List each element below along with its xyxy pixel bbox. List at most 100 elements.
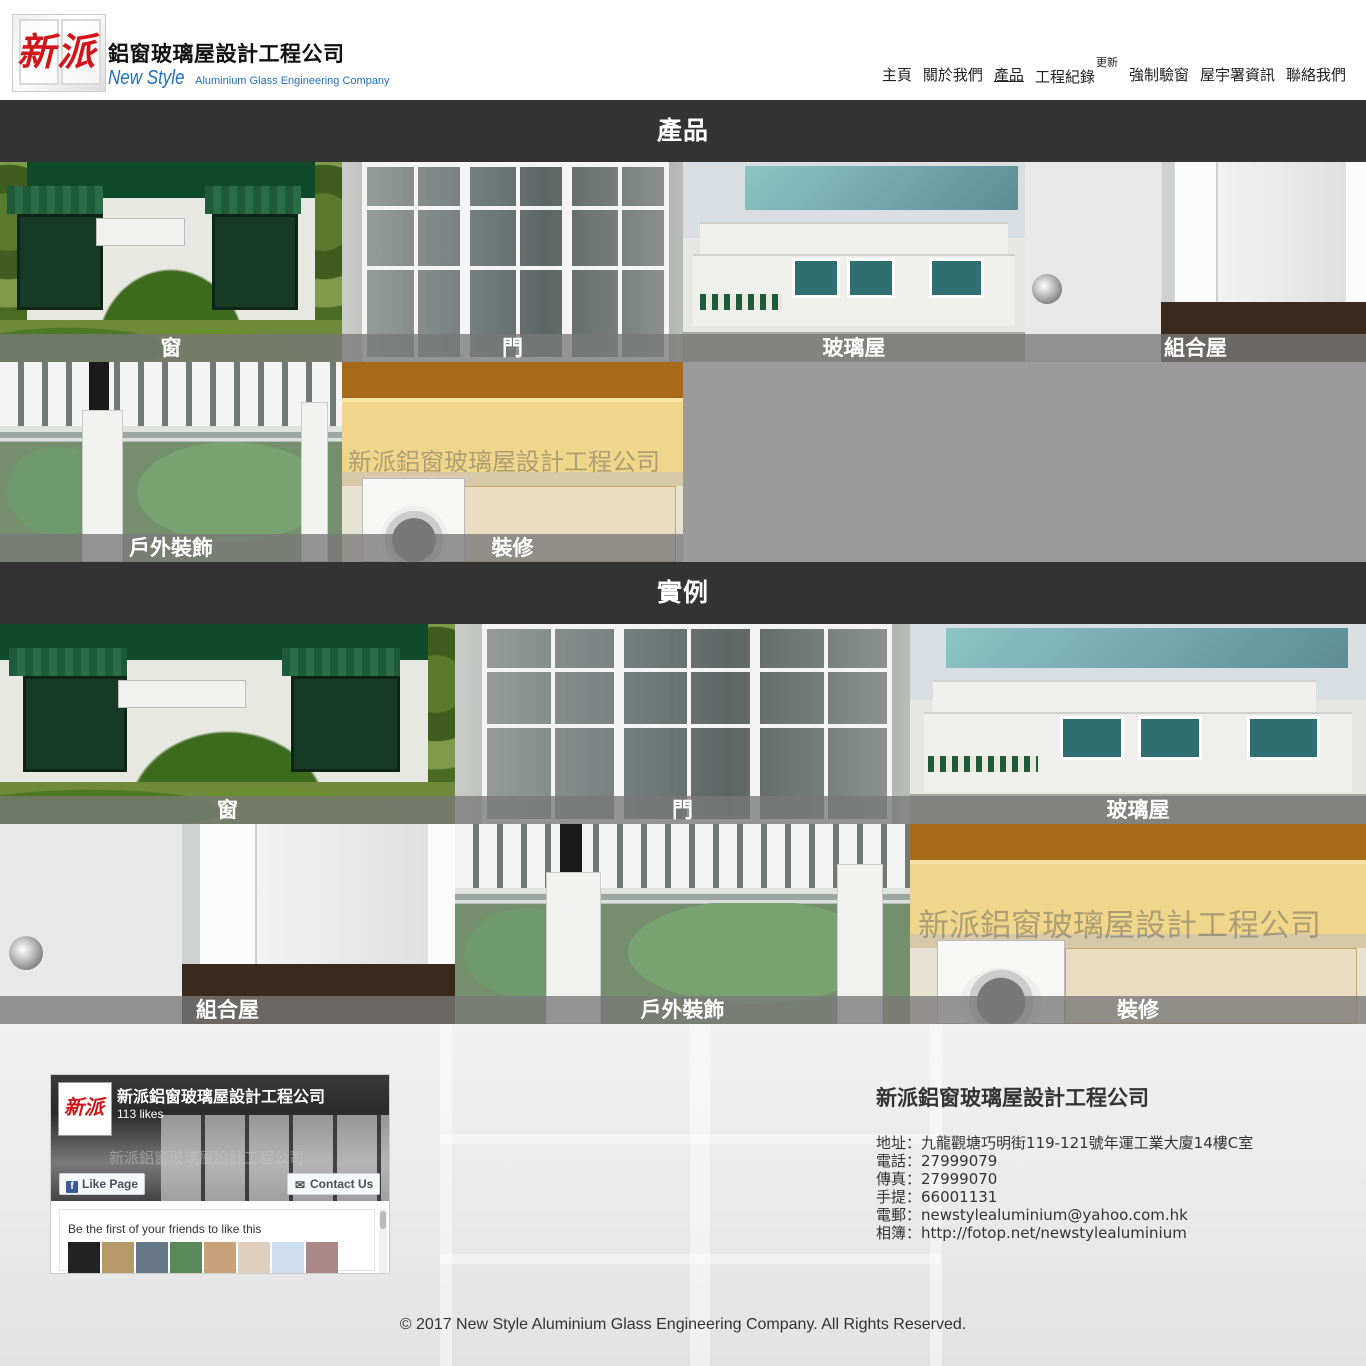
nav-about[interactable]: 關於我們	[923, 64, 983, 87]
mullion	[550, 624, 555, 824]
window-photo	[0, 162, 342, 362]
door-knob	[9, 936, 44, 970]
nav-contact[interactable]: 聯絡我們	[1286, 64, 1346, 87]
door-knob	[1031, 274, 1062, 304]
products-heading: 產品	[0, 100, 1366, 162]
outdoor-photo	[455, 824, 910, 1024]
company-logo[interactable]: 新派 鋁窗玻璃屋設計工程公司 New Style Aluminium Glass…	[12, 14, 390, 94]
nav-buildings-dept-info[interactable]: 屋宇署資訊	[1200, 64, 1275, 87]
glass-roof	[744, 166, 1019, 210]
nav-products[interactable]: 產品	[994, 64, 1024, 87]
renovation-photo: 新派鋁窗玻璃屋設計工程公司	[910, 824, 1366, 1024]
tile-caption: 門	[455, 796, 910, 824]
facebook-contact-button[interactable]: ✉ Contact Us	[287, 1173, 381, 1195]
friend-avatar[interactable]	[136, 1242, 168, 1273]
modular-house-photo	[1025, 162, 1366, 362]
tile-caption: 組合屋	[0, 996, 455, 1024]
mullion	[618, 162, 623, 362]
bg-window-frame	[440, 1134, 940, 1144]
examples-heading: 實例	[0, 562, 1366, 624]
cover-watermark: 新派鋁窗玻璃屋設計工程公司	[109, 1149, 305, 1167]
friend-avatar[interactable]	[170, 1242, 202, 1273]
nav-update-badge: 更新	[1095, 56, 1118, 69]
glass-roof	[946, 628, 1348, 668]
window	[1247, 716, 1321, 760]
facebook-icon: f	[66, 1181, 78, 1193]
tile-caption: 玻璃屋	[683, 334, 1025, 362]
friend-avatar[interactable]	[204, 1242, 236, 1273]
product-tile-renovation[interactable]: 新派鋁窗玻璃屋設計工程公司 裝修	[342, 362, 683, 562]
mullion	[823, 624, 828, 824]
avatar-mark: 新派	[64, 1095, 104, 1119]
facebook-friends-box: Be the first of your friends to like thi…	[59, 1209, 375, 1273]
tile-caption: 窗	[0, 796, 455, 824]
facebook-like-count: 113 likes	[117, 1107, 164, 1121]
example-tile-window[interactable]: 窗	[0, 624, 455, 824]
awning	[282, 648, 401, 676]
product-tile-door[interactable]: 門	[342, 162, 683, 362]
like-button-label: Like Page	[82, 1177, 139, 1191]
nav-home[interactable]: 主頁	[882, 64, 912, 87]
contact-album-link[interactable]: 相簿：http://fotop.net/newstylealuminium	[876, 1224, 1253, 1242]
facebook-like-button[interactable]: f Like Page	[59, 1173, 146, 1195]
tile-caption: 組合屋	[1025, 334, 1366, 362]
example-tile-glasshouse[interactable]: 玻璃屋	[910, 624, 1366, 824]
facebook-page-widget[interactable]: 新派鋁窗玻璃屋設計工程公司 新派 新派鋁窗玻璃屋設計工程公司 113 likes…	[50, 1074, 390, 1274]
site-header: 新派 鋁窗玻璃屋設計工程公司 New Style Aluminium Glass…	[0, 0, 1366, 100]
friend-avatar[interactable]	[68, 1242, 100, 1273]
tile-caption: 門	[342, 334, 683, 362]
product-tile-window[interactable]: 窗	[0, 162, 342, 362]
logo-emblem: 新派	[12, 14, 106, 92]
empty-grid-area	[683, 362, 1366, 562]
awning	[9, 648, 128, 676]
contact-fax: 傳真：27999070	[876, 1170, 998, 1188]
glasshouse-photo	[683, 162, 1025, 362]
contact-address: 地址：九龍觀塘巧明街119-121號年運工業大廈14樓C室	[876, 1134, 1254, 1152]
product-tile-modular-house[interactable]: 組合屋	[1025, 162, 1366, 362]
copyright-text: © 2017 New Style Aluminium Glass Enginee…	[399, 1316, 967, 1333]
lamp	[88, 362, 110, 410]
contact-phone: 電話：27999079	[876, 1152, 998, 1170]
under-cabinet-light	[342, 398, 683, 402]
wall	[700, 222, 1008, 254]
door-photo	[342, 162, 683, 362]
nav-projects[interactable]: 工程紀錄更新	[1035, 56, 1118, 87]
example-tile-outdoor[interactable]: 戶外裝飾	[455, 824, 910, 1024]
example-tile-door[interactable]: 門	[455, 624, 910, 824]
site-footer: 新派鋁窗玻璃屋設計工程公司 新派 新派鋁窗玻璃屋設計工程公司 113 likes…	[0, 1024, 1366, 1366]
bg-window-frame	[690, 1024, 710, 1366]
scrollbar-thumb[interactable]	[380, 1211, 386, 1229]
facebook-scrollbar[interactable]	[379, 1209, 387, 1273]
friend-avatar[interactable]	[102, 1242, 134, 1273]
product-tile-outdoor[interactable]: 戶外裝飾	[0, 362, 342, 562]
example-tile-renovation[interactable]: 新派鋁窗玻璃屋設計工程公司 裝修	[910, 824, 1366, 1024]
glasshouse-photo	[910, 624, 1366, 824]
friend-avatar[interactable]	[272, 1242, 304, 1273]
friend-avatar[interactable]	[306, 1242, 338, 1273]
tile-caption: 戶外裝飾	[455, 996, 910, 1024]
example-tile-modular-house[interactable]: 組合屋	[0, 824, 455, 1024]
product-tile-glasshouse[interactable]: 玻璃屋	[683, 162, 1025, 362]
facebook-friends-text: Be the first of your friends to like thi…	[68, 1222, 262, 1236]
facebook-avatar[interactable]: 新派	[59, 1083, 111, 1135]
room-interior	[1215, 162, 1346, 302]
main-nav: 主頁 關於我們 產品 工程紀錄更新 強制驗窗 屋宇署資訊 聯絡我們	[871, 56, 1346, 87]
awning	[6, 186, 103, 214]
window	[792, 258, 841, 298]
modular-house-photo	[0, 824, 455, 1024]
facebook-page-name[interactable]: 新派鋁窗玻璃屋設計工程公司	[117, 1083, 325, 1107]
photo-watermark: 新派鋁窗玻璃屋設計工程公司	[918, 908, 1321, 944]
nav-window-inspection[interactable]: 強制驗窗	[1129, 64, 1189, 87]
window-photo	[0, 624, 455, 824]
contact-button-label: Contact Us	[310, 1177, 374, 1191]
friend-avatar[interactable]	[238, 1242, 270, 1273]
bg-window-frame	[440, 1024, 452, 1366]
tile-caption: 裝修	[910, 996, 1366, 1024]
tile-caption: 裝修	[342, 534, 683, 562]
window	[847, 258, 896, 298]
logo-chinese-name: 鋁窗玻璃屋設計工程公司	[108, 42, 345, 66]
logo-mark-text: 新派	[17, 29, 98, 74]
contact-email[interactable]: 電郵：newstylealuminium@yahoo.com.hk	[876, 1206, 1253, 1224]
envelope-icon: ✉	[294, 1178, 306, 1192]
contact-mobile: 手提：66001131	[876, 1188, 998, 1206]
